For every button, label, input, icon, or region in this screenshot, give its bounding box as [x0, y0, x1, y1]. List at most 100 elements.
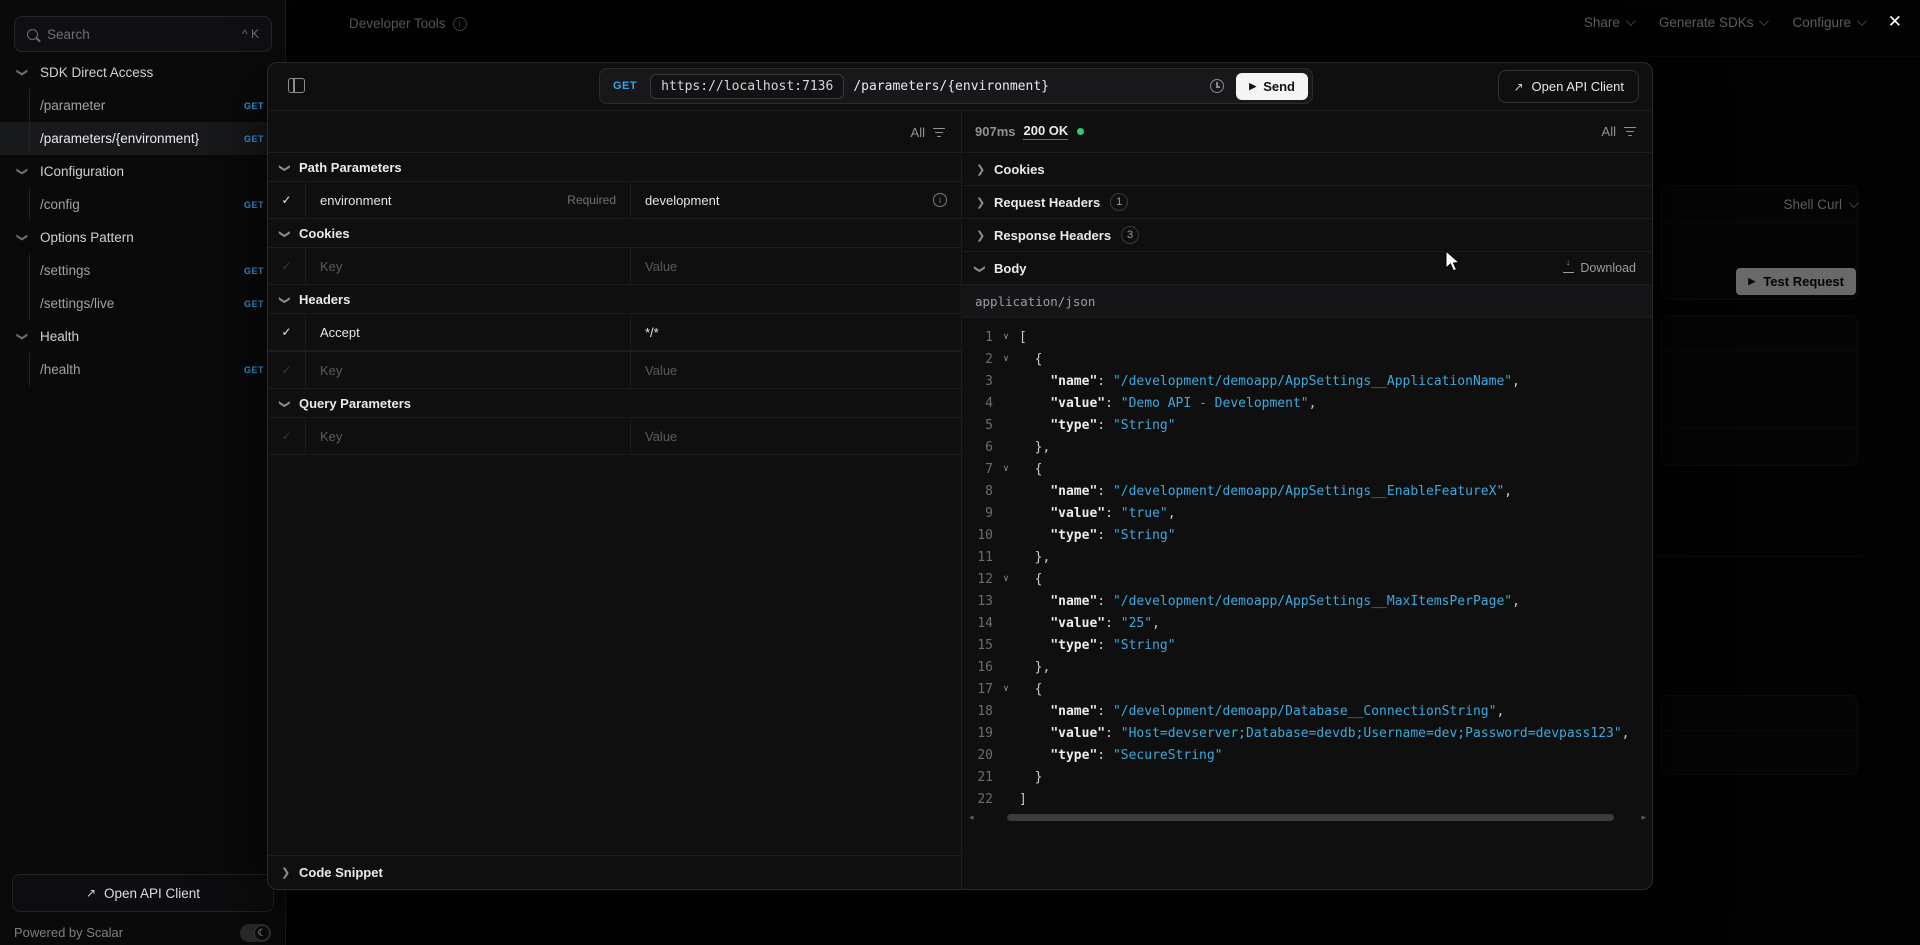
response-header: 907ms 200 OK All	[963, 111, 1652, 153]
cookie-value-input[interactable]: Value	[631, 248, 961, 284]
dark-mode-toggle[interactable]: ☾	[240, 924, 271, 942]
row-checkbox[interactable]: ✓	[268, 248, 306, 284]
filter-icon	[933, 128, 945, 138]
request-filter-row: All	[268, 111, 961, 153]
section-response-headers[interactable]: ❯ Response Headers 3	[963, 219, 1652, 252]
line-number: 14	[963, 616, 993, 631]
line-number: 8	[963, 484, 993, 499]
header-row-empty: ✓ Key Value	[268, 351, 961, 389]
chevron-right-icon: ❯	[976, 163, 984, 176]
row-checkbox[interactable]: ✓	[268, 314, 306, 350]
sidebar-item-parameter[interactable]: /parameterGET	[0, 89, 285, 122]
sidebar-item-settings-live[interactable]: /settings/liveGET	[0, 287, 285, 320]
request-filter-button[interactable]: All	[911, 125, 945, 140]
code-line-15: 15 "type": "String"	[963, 634, 1652, 656]
section-cookies[interactable]: ❯ Cookies	[268, 219, 961, 247]
param-key[interactable]: environment Required	[306, 182, 631, 218]
history-icon[interactable]	[1210, 79, 1224, 93]
code-line-11: 11 },	[963, 546, 1652, 568]
scroll-right-icon[interactable]: ▸	[1641, 812, 1646, 823]
section-query-parameters[interactable]: ❯ Query Parameters	[268, 389, 961, 417]
count-badge: 3	[1121, 226, 1139, 244]
row-checkbox[interactable]: ✓	[268, 418, 306, 454]
sidebar-group-iconfiguration[interactable]: ❯IConfiguration	[0, 155, 285, 188]
chevron-down-icon: ❯	[16, 233, 29, 242]
response-filter-button[interactable]: All	[1602, 124, 1636, 139]
code-text: "name": "/development/demoapp/AppSetting…	[1019, 484, 1652, 499]
code-line-10: 10 "type": "String"	[963, 524, 1652, 546]
section-body[interactable]: ❯ Body Download	[963, 252, 1652, 285]
sidebar-item-parameters-environment[interactable]: /parameters/{environment}GET	[0, 122, 285, 155]
code-line-21: 21 }	[963, 766, 1652, 788]
code-line-8: 8 "name": "/development/demoapp/AppSetti…	[963, 480, 1652, 502]
sidebar-item-health[interactable]: /healthGET	[0, 353, 285, 386]
code-line-18: 18 "name": "/development/demoapp/Databas…	[963, 700, 1652, 722]
header-value-input[interactable]: Value	[631, 352, 961, 388]
sidebar-item-config[interactable]: /configGET	[0, 188, 285, 221]
base-url-field[interactable]: https://localhost:7136	[650, 74, 844, 99]
header-key[interactable]: Accept	[306, 314, 631, 350]
code-text: "type": "String"	[1019, 638, 1652, 653]
code-text: [	[1019, 330, 1652, 345]
line-number: 20	[963, 748, 993, 763]
line-number: 10	[963, 528, 993, 543]
line-number: 11	[963, 550, 993, 565]
search-icon	[27, 29, 38, 40]
required-label: Required	[567, 193, 616, 207]
path-field[interactable]: /parameters/{environment}	[853, 79, 1210, 94]
fold-chevron-icon[interactable]: ∨	[993, 464, 1019, 474]
code-text: "value": "Host=devserver;Database=devdb;…	[1019, 726, 1652, 741]
section-response-cookies[interactable]: ❯ Cookies	[963, 153, 1652, 186]
sidebar-group-options-pattern[interactable]: ❯Options Pattern	[0, 221, 285, 254]
query-key-input[interactable]: Key	[306, 418, 631, 454]
search-input[interactable]: Search ^ K	[14, 16, 272, 52]
fold-chevron-icon[interactable]: ∨	[993, 684, 1019, 694]
response-status[interactable]: 200 OK	[1023, 123, 1068, 140]
info-icon[interactable]: i	[933, 193, 947, 207]
method-badge: GET	[244, 200, 264, 210]
code-text: "type": "String"	[1019, 528, 1652, 543]
cookie-key-input[interactable]: Key	[306, 248, 631, 284]
scrollbar-thumb[interactable]	[1007, 814, 1614, 821]
code-line-4: 4 "value": "Demo API - Development",	[963, 392, 1652, 414]
horizontal-scrollbar[interactable]: ◂ ▸	[969, 813, 1646, 822]
row-checkbox[interactable]: ✓	[268, 182, 306, 218]
code-line-7: 7∨ {	[963, 458, 1652, 480]
open-api-client-button[interactable]: ↗ Open API Client	[1498, 70, 1639, 103]
sidebar-group-sdk-direct-access[interactable]: ❯SDK Direct Access	[0, 56, 285, 89]
send-button[interactable]: ▶ Send	[1236, 73, 1308, 100]
search-shortcut: ^ K	[242, 27, 259, 41]
method-badge: GET	[244, 101, 264, 111]
chevron-right-icon: ❯	[976, 229, 984, 242]
download-button[interactable]: Download	[1563, 261, 1636, 275]
row-checkbox[interactable]: ✓	[268, 352, 306, 388]
header-row-accept: ✓ Accept */*	[268, 313, 961, 351]
header-value[interactable]: */*	[631, 314, 961, 350]
sidebar-toggle-icon[interactable]	[288, 78, 305, 93]
query-value-input[interactable]: Value	[631, 418, 961, 454]
param-value[interactable]: development i	[631, 182, 961, 218]
open-api-client-button[interactable]: ↗ Open API Client	[12, 874, 274, 912]
search-placeholder: Search	[47, 27, 233, 42]
response-panel: 907ms 200 OK All ❯ Cookies ❯ Request Hea…	[963, 111, 1652, 889]
fold-chevron-icon[interactable]: ∨	[993, 332, 1019, 342]
section-path-parameters[interactable]: ❯ Path Parameters	[268, 153, 961, 181]
method-badge: GET	[244, 266, 264, 276]
fold-chevron-icon[interactable]: ∨	[993, 354, 1019, 364]
modal-header: GET https://localhost:7136 /parameters/{…	[268, 63, 1652, 111]
section-request-headers[interactable]: ❯ Request Headers 1	[963, 186, 1652, 219]
fold-chevron-icon[interactable]: ∨	[993, 574, 1019, 584]
line-number: 16	[963, 660, 993, 675]
scroll-left-icon[interactable]: ◂	[969, 812, 974, 823]
close-icon[interactable]: ✕	[1888, 13, 1902, 30]
header-key-input[interactable]: Key	[306, 352, 631, 388]
sidebar-item-settings[interactable]: /settingsGET	[0, 254, 285, 287]
sidebar-group-health[interactable]: ❯Health	[0, 320, 285, 353]
powered-by-label: Powered by Scalar	[14, 925, 123, 940]
code-line-3: 3 "name": "/development/demoapp/AppSetti…	[963, 370, 1652, 392]
section-headers[interactable]: ❯ Headers	[268, 285, 961, 313]
response-body-code[interactable]: 1∨[2∨ {3 "name": "/development/demoapp/A…	[963, 318, 1652, 889]
section-code-snippet[interactable]: ❯ Code Snippet	[268, 855, 961, 889]
chevron-down-icon: ❯	[974, 264, 987, 272]
line-number: 13	[963, 594, 993, 609]
